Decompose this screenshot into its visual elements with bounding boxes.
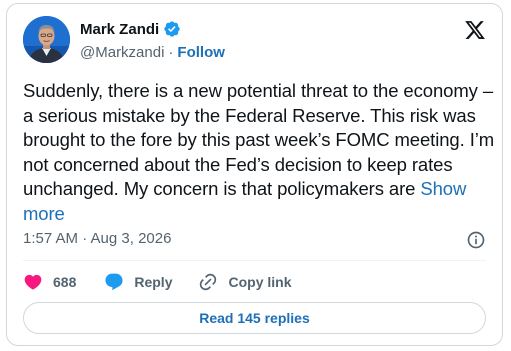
tweet-text: Suddenly, there is a new potential threa… [23,79,498,226]
follow-button[interactable]: Follow [177,44,225,61]
link-icon [200,273,217,291]
read-replies-button[interactable]: Read 145 replies [23,302,486,334]
info-icon[interactable] [466,230,486,250]
author-name[interactable]: Mark Zandi [80,21,159,38]
author-avatar[interactable] [23,16,70,63]
author-handle-row: @Markzandi · Follow [80,44,225,61]
author-handle[interactable]: @Markzandi [80,44,164,61]
heart-icon [24,274,42,290]
verified-badge-icon [164,21,180,37]
reply-label: Reply [134,274,173,290]
read-replies-label: Read 145 replies [199,310,310,326]
reply-button[interactable]: Reply [104,272,172,292]
action-bar: 688 Reply Copy link [23,270,292,294]
tweet-timestamp[interactable]: 1:57 AM · Aug 3, 2026 [23,230,171,247]
copy-link-label: Copy link [228,274,292,290]
x-logo-icon[interactable] [464,19,486,41]
author-name-row: Mark Zandi [80,20,181,38]
like-count: 688 [53,274,77,290]
like-button[interactable]: 688 [23,272,76,292]
separator-dot: · [168,44,174,61]
tweet-card: Mark Zandi @Markzandi · Follow Suddenly,… [6,3,503,346]
divider [23,260,486,261]
copy-link-button[interactable]: Copy link [198,272,292,292]
profile-photo [23,16,70,63]
reply-bubble-icon [105,273,123,291]
